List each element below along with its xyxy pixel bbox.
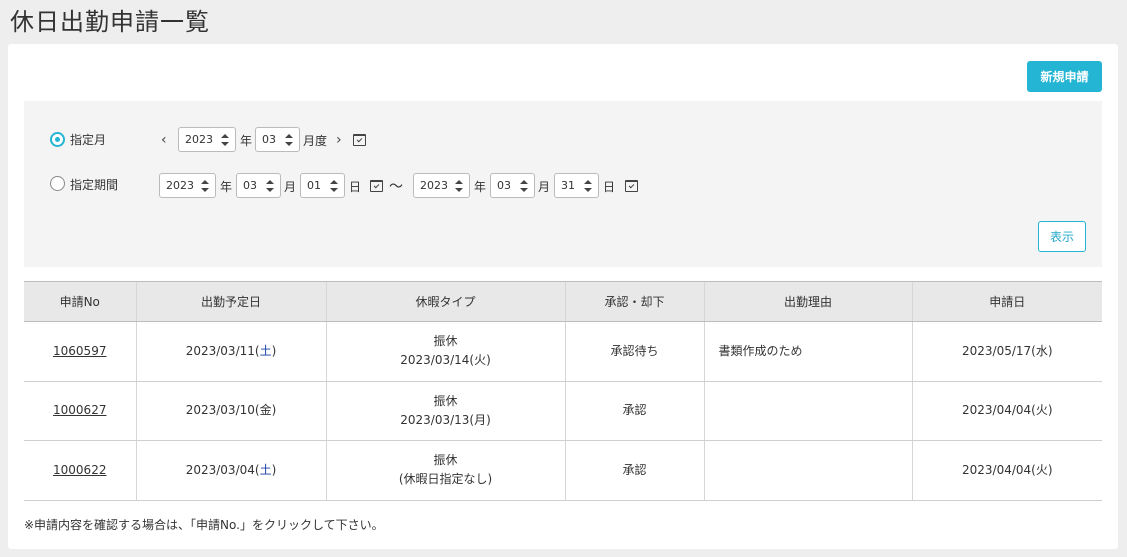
from-day-select[interactable]: 01 (300, 173, 345, 198)
to-day-unit: 日 (603, 180, 616, 194)
header-status[interactable]: 承認・却下 (564, 281, 704, 322)
request-no-link[interactable]: 1000622 (53, 463, 106, 477)
from-day-unit: 日 (349, 180, 362, 194)
work-date-cell: 2023/03/11(土) (135, 321, 326, 382)
prev-month-icon[interactable]: ‹ (161, 133, 167, 147)
help-note: ※申請内容を確認する場合は、「申請No.」をクリックして下さい。 (24, 518, 384, 532)
page-title: 休日出勤申請一覧 (10, 8, 210, 36)
applied-date-cell: 2023/04/04(火) (911, 381, 1102, 441)
period-mode-radio[interactable] (50, 176, 65, 191)
from-calendar-icon[interactable] (370, 180, 383, 192)
header-applied-date[interactable]: 申請日 (911, 281, 1102, 322)
to-month-unit: 月 (538, 180, 551, 194)
month-month-select[interactable]: 03 (255, 127, 300, 152)
reason-cell: 書類作成のため (703, 321, 912, 382)
leave-type-cell: 振休 (休暇日指定なし) (325, 440, 565, 501)
next-month-icon[interactable]: › (336, 133, 342, 147)
reason-cell (703, 381, 912, 441)
status-cell: 承認待ち (564, 321, 704, 382)
applied-date-cell: 2023/04/04(火) (911, 440, 1102, 501)
status-cell: 承認 (564, 440, 704, 501)
application-table: 申請No 出勤予定日 休暇タイプ 承認・却下 出勤理由 申請日 1060597 … (24, 281, 1102, 501)
month-mode-radio[interactable] (50, 132, 65, 147)
calendar-icon[interactable] (353, 134, 366, 146)
request-no-link[interactable]: 1060597 (53, 344, 106, 358)
status-cell: 承認 (564, 381, 704, 441)
from-month-select[interactable]: 03 (236, 173, 281, 198)
to-year-unit: 年 (474, 180, 487, 194)
table-row: 1000622 2023/03/04(土) 振休 (休暇日指定なし) 承認 202… (24, 440, 1102, 501)
to-year-select[interactable]: 2023 (413, 173, 470, 198)
period-mode-label: 指定期間 (70, 178, 119, 192)
reason-cell (703, 440, 912, 501)
to-day-select[interactable]: 31 (554, 173, 599, 198)
header-leave-type[interactable]: 休暇タイプ (325, 281, 565, 322)
request-no-link[interactable]: 1000627 (53, 403, 106, 417)
from-year-select[interactable]: 2023 (159, 173, 216, 198)
applied-date-cell: 2023/05/17(水) (911, 321, 1102, 382)
month-mode-label: 指定月 (70, 133, 107, 147)
from-month-unit: 月 (284, 180, 297, 194)
table-row: 1060597 2023/03/11(土) 振休 2023/03/14(火) 承認… (24, 321, 1102, 382)
show-button[interactable]: 表示 (1038, 221, 1086, 252)
header-no[interactable]: 申請No (24, 281, 136, 322)
table-header-row: 申請No 出勤予定日 休暇タイプ 承認・却下 出勤理由 申請日 (24, 281, 1102, 322)
table-row: 1000627 2023/03/10(金) 振休 2023/03/13(月) 承認… (24, 381, 1102, 441)
month-unit-label: 月度 (303, 134, 328, 148)
period-separator: 〜 (389, 179, 403, 195)
header-work-date[interactable]: 出勤予定日 (135, 281, 326, 322)
leave-type-cell: 振休 2023/03/13(月) (325, 381, 565, 441)
to-calendar-icon[interactable] (625, 180, 638, 192)
new-application-button[interactable]: 新規申請 (1027, 61, 1102, 92)
year-unit-label: 年 (240, 134, 253, 148)
leave-type-cell: 振休 2023/03/14(火) (325, 321, 565, 382)
to-month-select[interactable]: 03 (490, 173, 535, 198)
work-date-cell: 2023/03/04(土) (135, 440, 326, 501)
work-date-cell: 2023/03/10(金) (135, 381, 326, 441)
month-year-select[interactable]: 2023 (178, 127, 236, 152)
header-reason[interactable]: 出勤理由 (703, 281, 912, 322)
from-year-unit: 年 (220, 180, 233, 194)
